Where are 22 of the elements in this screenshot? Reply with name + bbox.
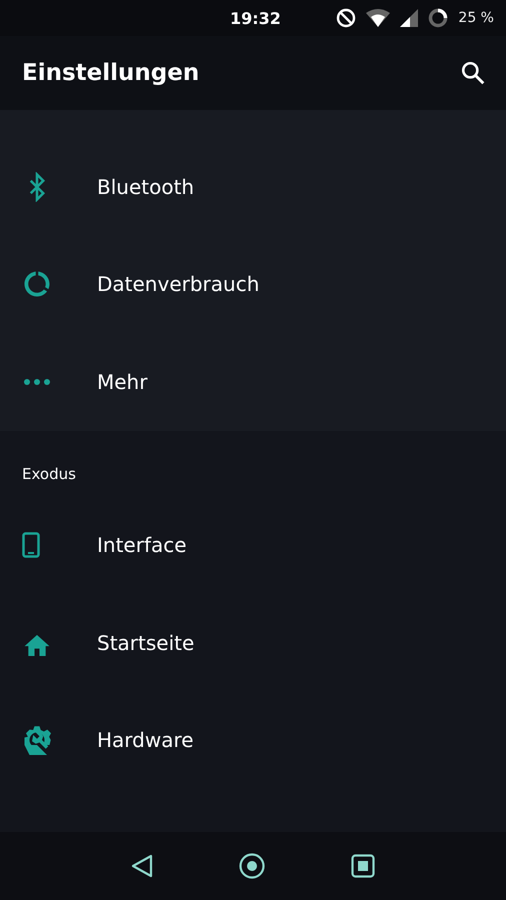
settings-item[interactable]: Bluetooth xyxy=(97,174,194,199)
do-not-disturb-icon xyxy=(336,8,356,28)
signal-icon xyxy=(400,9,418,27)
battery-percentage: 25 % xyxy=(458,10,494,26)
settings-item[interactable]: Mehr xyxy=(97,370,148,394)
settings-item[interactable]: Startseite xyxy=(97,630,194,655)
recents-icon[interactable] xyxy=(351,854,375,878)
battery-ring-icon xyxy=(428,8,448,28)
section-header: Exodus xyxy=(21,464,77,484)
wifi-icon xyxy=(366,9,390,27)
home-button-icon[interactable] xyxy=(239,853,265,879)
status-time: 19:32 xyxy=(230,8,282,28)
settings-item[interactable]: Datenverbrauch xyxy=(97,272,260,296)
settings-item[interactable]: Hardware xyxy=(97,728,194,752)
more-icon xyxy=(22,378,52,386)
app-title: Einstellungen xyxy=(22,60,200,86)
settings-item[interactable]: Interface xyxy=(97,533,187,558)
data-usage-icon xyxy=(22,269,52,300)
gear-wrench-icon xyxy=(22,725,52,756)
phone-icon xyxy=(22,532,40,558)
search-icon[interactable] xyxy=(460,60,486,86)
back-icon[interactable] xyxy=(131,854,153,878)
